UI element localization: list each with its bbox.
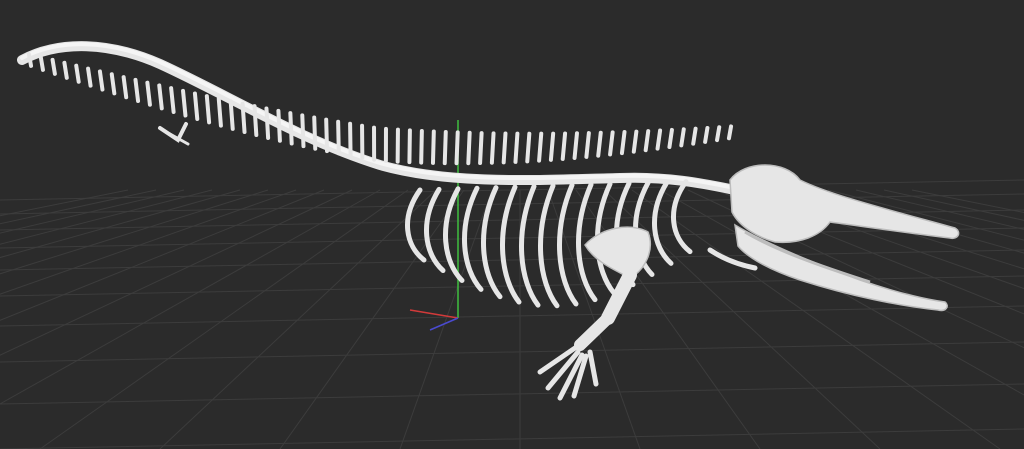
vertebra — [667, 127, 674, 150]
vertebra — [584, 131, 591, 159]
grid-line — [0, 305, 1024, 327]
pelvic-bone — [158, 122, 188, 143]
vertebra — [395, 127, 400, 164]
vertebra — [336, 119, 341, 156]
vertebra — [109, 72, 117, 96]
vertebra — [501, 131, 508, 165]
flipper-lower — [574, 312, 614, 351]
vertebra — [560, 131, 568, 161]
vertebra — [300, 113, 306, 149]
vertebra — [181, 88, 188, 118]
vertebra — [525, 131, 532, 164]
grid-line — [0, 189, 213, 245]
vertebra — [489, 131, 496, 165]
vertebra — [216, 96, 223, 128]
vertebrae — [26, 52, 734, 166]
vertebra — [430, 129, 436, 165]
vertebra — [478, 131, 484, 166]
rib — [424, 186, 446, 274]
scene-canvas[interactable] — [0, 0, 1024, 449]
grid-line — [0, 341, 1024, 363]
vertebra — [360, 123, 365, 160]
vertebra — [513, 131, 520, 164]
vertebra — [655, 128, 663, 151]
vertebra — [312, 115, 318, 151]
3d-viewport[interactable] — [0, 0, 1024, 449]
flipper-fingers — [537, 345, 599, 401]
vertebra — [38, 55, 45, 72]
vertebra — [407, 128, 412, 165]
vertebra — [572, 131, 579, 160]
vertebra — [679, 127, 686, 148]
vertebra — [348, 121, 353, 158]
vertebra — [204, 94, 212, 125]
gizmo-z-axis[interactable] — [429, 317, 459, 331]
vertebra — [548, 131, 556, 162]
spine — [17, 41, 740, 195]
grid-line — [0, 249, 1024, 271]
grid-line — [0, 383, 1024, 405]
grid-line — [0, 227, 1024, 249]
grid-line — [0, 189, 185, 234]
vertebra — [74, 63, 81, 84]
rib — [443, 186, 465, 283]
finger-bone — [587, 349, 599, 387]
vertebra — [276, 108, 282, 143]
vertebra — [372, 125, 377, 162]
vertebra — [145, 80, 152, 107]
vertebra — [454, 130, 460, 166]
vertebra — [419, 128, 424, 165]
flipper-upper — [601, 268, 637, 325]
grid-line — [0, 428, 1024, 449]
vertebra — [133, 77, 141, 103]
vertebra — [691, 126, 698, 146]
vertebra — [192, 91, 200, 121]
vertebra — [50, 57, 57, 76]
vertebra — [442, 130, 448, 166]
vertebra — [121, 75, 129, 100]
vertebra — [62, 60, 69, 80]
vertebra — [288, 111, 294, 146]
vertebra — [643, 129, 651, 153]
vertebra — [619, 130, 627, 156]
vertebra — [596, 130, 603, 158]
grid-line — [159, 189, 437, 449]
vertebra — [383, 126, 388, 163]
scapula — [584, 226, 651, 279]
vertebra — [715, 125, 722, 143]
vertebra — [537, 131, 544, 163]
vertebra — [169, 86, 176, 114]
skull — [729, 164, 960, 244]
vertebra — [157, 83, 164, 111]
vertebra — [726, 124, 734, 141]
gizmo-x-axis[interactable] — [409, 309, 459, 319]
whale-skeleton-model[interactable] — [17, 41, 960, 401]
vertebra — [97, 69, 105, 92]
vertebra — [466, 130, 472, 166]
vertebra — [86, 66, 93, 88]
vertebra — [703, 125, 710, 144]
vertebra — [608, 130, 615, 157]
vertebra — [631, 129, 639, 154]
